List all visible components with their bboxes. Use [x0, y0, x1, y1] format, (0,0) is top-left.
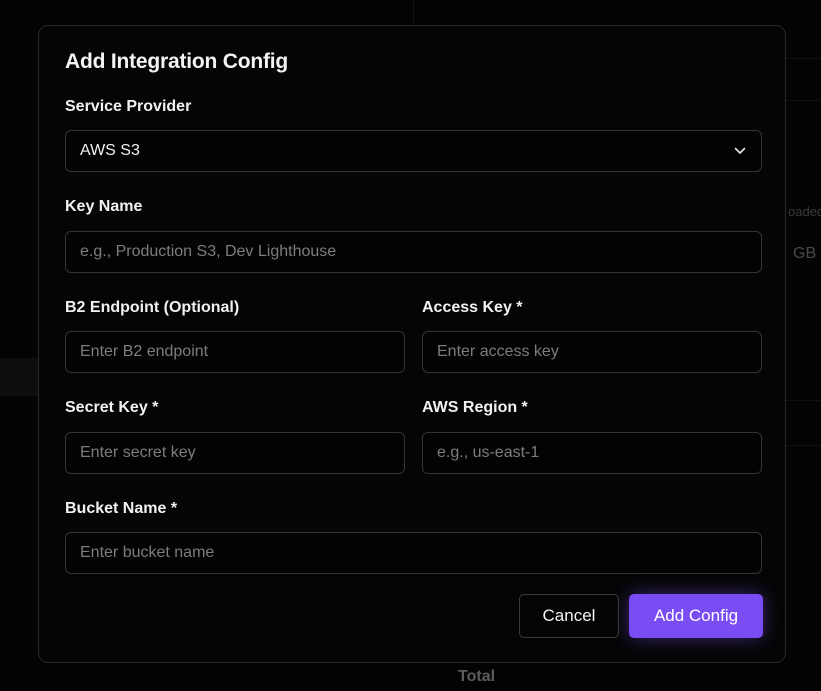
- bucket-name-input[interactable]: [66, 533, 761, 573]
- aws-region-input[interactable]: [423, 433, 761, 473]
- background-total-label: Total: [458, 668, 496, 685]
- aws-region-label: AWS Region *: [422, 399, 528, 416]
- cancel-button[interactable]: Cancel: [519, 594, 619, 638]
- b2-endpoint-input[interactable]: [66, 332, 404, 372]
- key-name-label: Key Name: [65, 198, 143, 215]
- background-uploaded-fragment: oaded: [788, 204, 821, 219]
- dialog-title: Add Integration Config: [65, 50, 289, 73]
- secret-key-field: [65, 432, 405, 474]
- aws-region-field: [422, 432, 762, 474]
- b2-endpoint-label: B2 Endpoint (Optional): [65, 299, 240, 316]
- access-key-input[interactable]: [423, 332, 761, 372]
- background-divider: [786, 400, 821, 401]
- add-integration-config-dialog: Add Integration Config Service Provider …: [38, 25, 786, 663]
- service-provider-label: Service Provider: [65, 98, 192, 115]
- background-divider: [786, 445, 821, 446]
- background-divider: [786, 58, 821, 59]
- background-gb-fragment: GB: [793, 245, 817, 262]
- bucket-name-field: [65, 532, 762, 574]
- access-key-field: [422, 331, 762, 373]
- service-provider-selected-value: AWS S3: [80, 142, 140, 159]
- bucket-name-label: Bucket Name *: [65, 500, 178, 517]
- key-name-field: [65, 231, 762, 273]
- background-row-highlight: [0, 358, 38, 396]
- secret-key-input[interactable]: [66, 433, 404, 473]
- background-divider: [786, 100, 821, 101]
- chevron-down-icon: [733, 144, 747, 158]
- background-divider: [413, 0, 414, 25]
- key-name-input[interactable]: [66, 232, 761, 272]
- b2-endpoint-field: [65, 331, 405, 373]
- access-key-label: Access Key *: [422, 299, 523, 316]
- add-config-button[interactable]: Add Config: [629, 594, 763, 638]
- service-provider-select[interactable]: AWS S3: [65, 130, 762, 172]
- secret-key-label: Secret Key *: [65, 399, 159, 416]
